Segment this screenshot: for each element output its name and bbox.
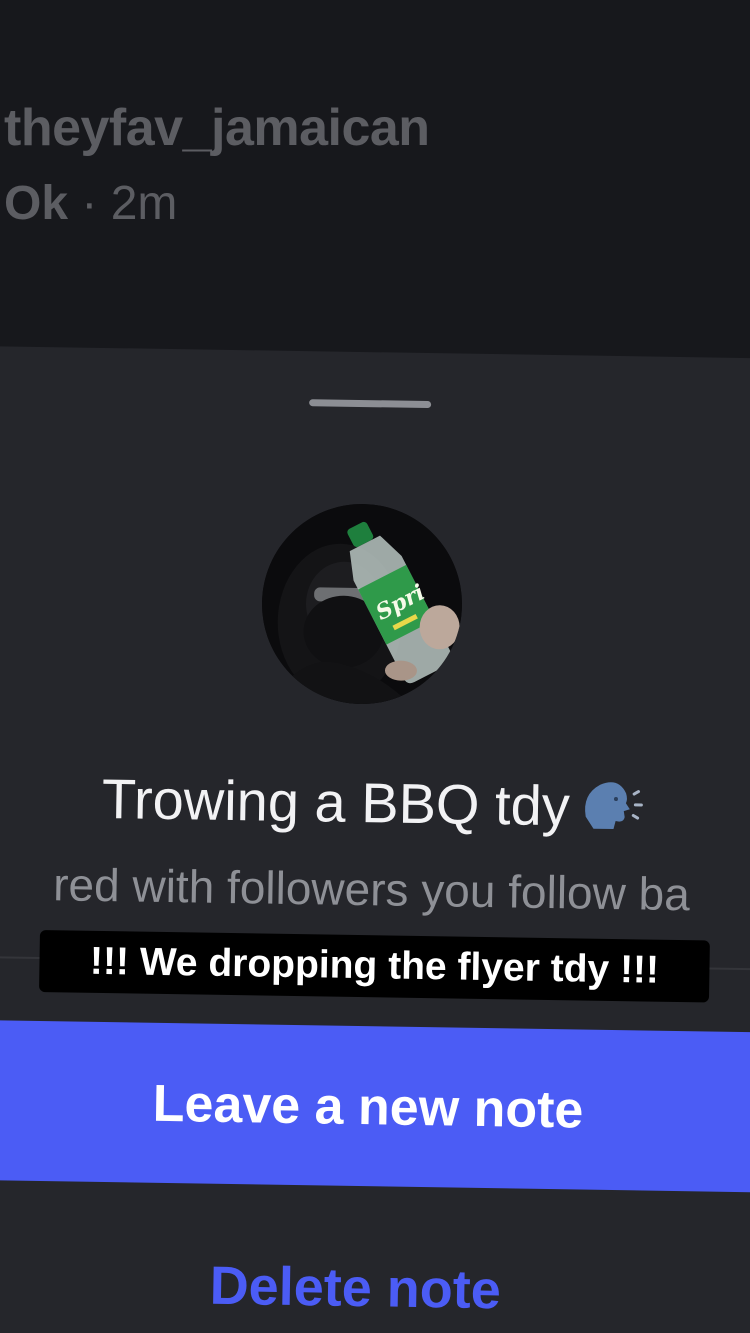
note-text-row: Trowing a BBQ tdy [52, 765, 693, 847]
leave-new-note-button[interactable]: Leave a new note [0, 1019, 750, 1193]
note-meta: Ok · 2m [4, 176, 177, 231]
meta-time: 2m [110, 177, 178, 230]
avatar[interactable]: Spri [260, 502, 464, 706]
shared-with-line: red with followers you follow ba [52, 858, 691, 921]
note-bottom-sheet: Spri Trowing a BBQ tdy red with follower… [0, 346, 750, 1333]
story-screen: theyfav_jamaican Ok · 2m Spri Trowing a … [0, 0, 750, 1333]
meta-separator: · [68, 177, 111, 230]
dimmed-profile-header: theyfav_jamaican Ok · 2m [0, 0, 750, 360]
delete-note-button[interactable]: Delete note [0, 1251, 746, 1325]
note-text: Trowing a BBQ tdy [101, 766, 571, 838]
speaking-head-icon [579, 776, 644, 846]
sheet-drag-handle[interactable] [309, 399, 432, 409]
avatar-photo: Spri [260, 502, 464, 706]
username: theyfav_jamaican [4, 99, 430, 157]
story-caption: !!! We dropping the flyer tdy !!! [39, 930, 710, 1003]
meta-prefix: Ok [4, 177, 69, 230]
